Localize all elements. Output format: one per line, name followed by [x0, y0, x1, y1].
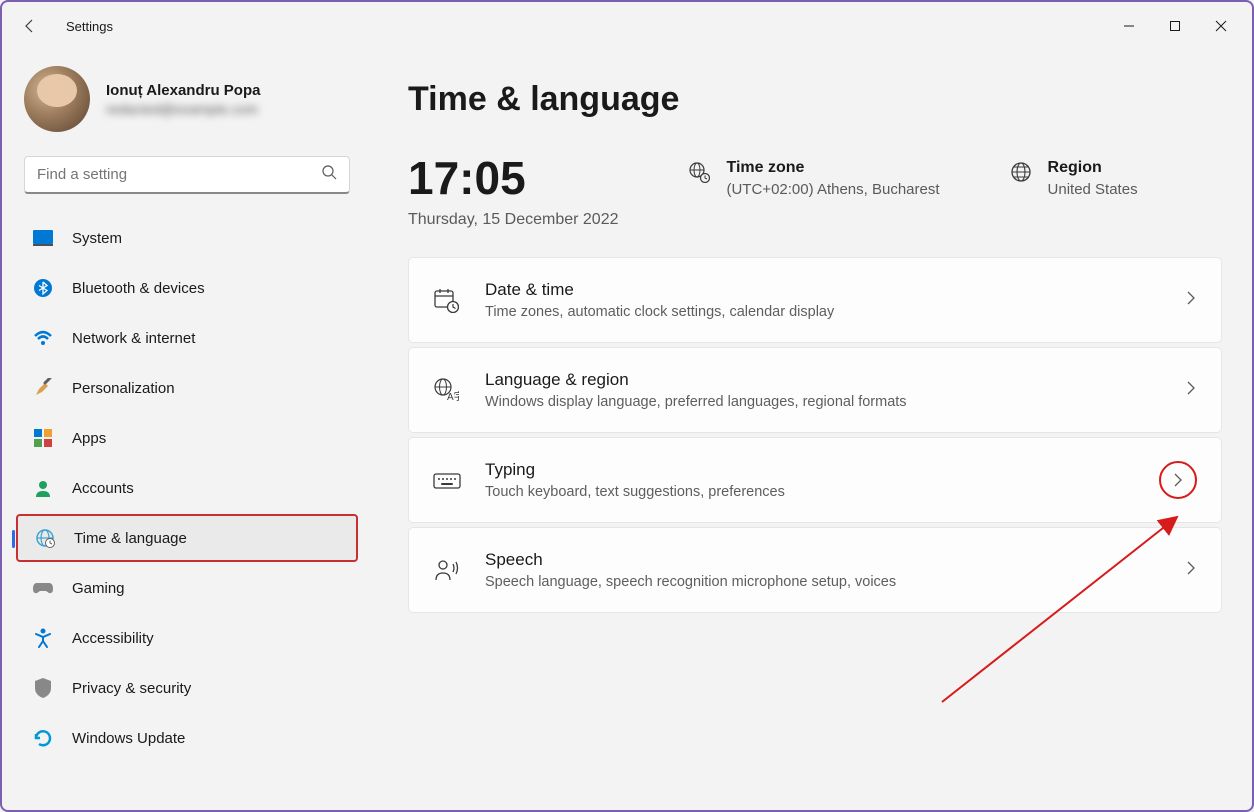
user-name: Ionuț Alexandru Popa: [106, 82, 260, 99]
minimize-button[interactable]: [1106, 10, 1152, 42]
sidebar-item-network[interactable]: Network & internet: [16, 314, 358, 362]
paintbrush-icon: [32, 377, 54, 399]
timezone-value: (UTC+02:00) Athens, Bucharest: [726, 181, 939, 198]
sidebar-item-label: Time & language: [74, 530, 187, 547]
search-input[interactable]: [37, 166, 321, 183]
bluetooth-icon: [32, 277, 54, 299]
window-controls: [1106, 10, 1244, 42]
card-subtitle: Windows display language, preferred lang…: [485, 394, 1161, 410]
page-title: Time & language: [408, 80, 1222, 119]
system-icon: [32, 227, 54, 249]
card-title: Date & time: [485, 280, 1161, 300]
sidebar-item-personalization[interactable]: Personalization: [16, 364, 358, 412]
card-title: Typing: [485, 460, 1135, 480]
sidebar-item-apps[interactable]: Apps: [16, 414, 358, 462]
close-button[interactable]: [1198, 10, 1244, 42]
svg-text:A字: A字: [447, 390, 459, 403]
clock-date: Thursday, 15 December 2022: [408, 211, 618, 229]
card-title: Language & region: [485, 370, 1161, 390]
calendar-clock-icon: [433, 287, 461, 313]
clock-block: 17:05 Thursday, 15 December 2022: [408, 155, 618, 229]
sidebar-item-bluetooth[interactable]: Bluetooth & devices: [16, 264, 358, 312]
chevron-right-icon: [1185, 291, 1197, 310]
user-email: redacted@example.com: [106, 101, 260, 117]
avatar: [24, 66, 90, 132]
sidebar-item-label: Apps: [72, 430, 106, 447]
main-content: Time & language 17:05 Thursday, 15 Decem…: [372, 50, 1252, 810]
sidebar-item-gaming[interactable]: Gaming: [16, 564, 358, 612]
search-box[interactable]: [24, 156, 350, 194]
sidebar-item-windows-update[interactable]: Windows Update: [16, 714, 358, 762]
card-typing[interactable]: Typing Touch keyboard, text suggestions,…: [408, 437, 1222, 523]
search-icon: [321, 164, 337, 185]
timezone-block: Time zone (UTC+02:00) Athens, Bucharest: [688, 155, 939, 229]
shield-icon: [32, 677, 54, 699]
sidebar-item-label: Bluetooth & devices: [72, 280, 205, 297]
sidebar-item-time-language[interactable]: Time & language: [16, 514, 358, 562]
card-date-time[interactable]: Date & time Time zones, automatic clock …: [408, 257, 1222, 343]
maximize-button[interactable]: [1152, 10, 1198, 42]
title-bar: Settings: [2, 2, 1252, 50]
card-language-region[interactable]: A字 Language & region Windows display lan…: [408, 347, 1222, 433]
sidebar-item-label: Accessibility: [72, 630, 154, 647]
card-subtitle: Touch keyboard, text suggestions, prefer…: [485, 484, 1135, 500]
globe-clock-icon: [34, 527, 56, 549]
sidebar-item-accounts[interactable]: Accounts: [16, 464, 358, 512]
sidebar-item-label: Accounts: [72, 480, 134, 497]
sidebar-item-system[interactable]: System: [16, 214, 358, 262]
language-icon: A字: [433, 377, 461, 403]
sidebar-item-label: System: [72, 230, 122, 247]
update-icon: [32, 727, 54, 749]
sidebar: Ionuț Alexandru Popa redacted@example.co…: [2, 50, 372, 810]
user-block[interactable]: Ionuț Alexandru Popa redacted@example.co…: [12, 50, 362, 156]
back-button[interactable]: [10, 6, 50, 46]
person-icon: [32, 477, 54, 499]
region-label: Region: [1048, 159, 1138, 177]
card-speech[interactable]: Speech Speech language, speech recogniti…: [408, 527, 1222, 613]
sidebar-item-privacy[interactable]: Privacy & security: [16, 664, 358, 712]
app-title: Settings: [66, 19, 113, 34]
sidebar-item-label: Network & internet: [72, 330, 195, 347]
sidebar-item-label: Personalization: [72, 380, 175, 397]
region-value: United States: [1048, 181, 1138, 198]
card-title: Speech: [485, 550, 1161, 570]
timezone-icon: [688, 161, 710, 183]
nav-list: System Bluetooth & devices Network & int…: [12, 214, 362, 762]
clock-time: 17:05: [408, 155, 618, 201]
chevron-right-icon: [1159, 461, 1197, 499]
sidebar-item-label: Windows Update: [72, 730, 185, 747]
chevron-right-icon: [1185, 561, 1197, 580]
accessibility-icon: [32, 627, 54, 649]
keyboard-icon: [433, 470, 461, 490]
card-subtitle: Time zones, automatic clock settings, ca…: [485, 304, 1161, 320]
settings-card-list: Date & time Time zones, automatic clock …: [408, 257, 1222, 613]
sidebar-item-label: Privacy & security: [72, 680, 191, 697]
timezone-label: Time zone: [726, 159, 939, 177]
apps-icon: [32, 427, 54, 449]
region-block: Region United States: [1010, 155, 1138, 229]
wifi-icon: [32, 327, 54, 349]
time-info-row: 17:05 Thursday, 15 December 2022 Time zo…: [408, 155, 1222, 229]
chevron-right-icon: [1185, 381, 1197, 400]
speech-icon: [433, 558, 461, 582]
sidebar-item-label: Gaming: [72, 580, 125, 597]
gamepad-icon: [32, 577, 54, 599]
sidebar-item-accessibility[interactable]: Accessibility: [16, 614, 358, 662]
card-subtitle: Speech language, speech recognition micr…: [485, 574, 1161, 590]
globe-icon: [1010, 161, 1032, 183]
